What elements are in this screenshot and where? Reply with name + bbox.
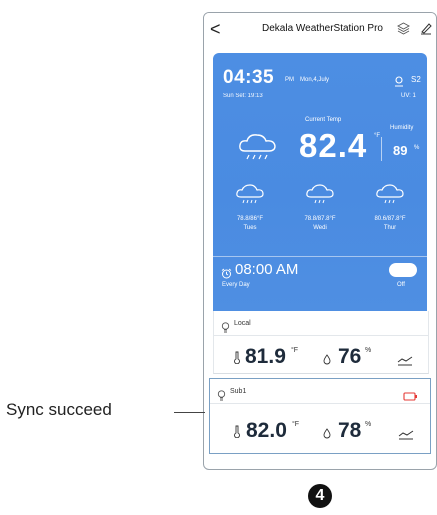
humidity-label: Humidity — [390, 125, 414, 131]
alarm-toggle[interactable] — [389, 263, 417, 277]
clock-date: Mon,4,July — [300, 77, 330, 83]
sensor-temp-unit: °F — [291, 347, 299, 354]
sunset-time: Sun Set: 19:13 — [223, 93, 263, 99]
page-title: Dekala WeatherStation Pro — [262, 23, 383, 34]
trend-chart-icon[interactable] — [398, 427, 414, 445]
weather-panel: 04:35 PM Mon,4,July Sun Set: 19:13 S2 UV… — [213, 53, 427, 311]
current-temp-value: 82.4 — [299, 127, 368, 164]
rain-cloud-icon — [237, 131, 279, 166]
sensor-humidity-unit: % — [365, 421, 372, 428]
sensor-name: Local — [234, 320, 251, 327]
divider — [213, 256, 427, 257]
location-pin-icon — [394, 74, 404, 92]
humidity-drop-icon — [323, 352, 331, 370]
forecast-day-name: Tues — [243, 225, 257, 231]
forecast-range: 78.8/87.8°F — [304, 216, 336, 222]
alarm-repeat: Every Day — [222, 282, 250, 288]
rain-cloud-icon — [355, 183, 425, 210]
forecast-day-name: Thur — [383, 225, 397, 231]
top-bar: < Dekala WeatherStation Pro — [204, 13, 436, 47]
rain-cloud-icon — [215, 183, 285, 210]
sensor-temp-unit: °F — [292, 421, 300, 428]
current-temp-unit: °F — [374, 133, 381, 139]
trend-chart-icon[interactable] — [397, 353, 413, 371]
divider — [381, 137, 382, 161]
forecast-range: 80.6/87.8°F — [374, 216, 406, 222]
step-number-badge: 4 — [308, 484, 332, 508]
alarm-time[interactable]: 08:00 AM — [235, 261, 298, 278]
forecast-range: 78.8/86°F — [236, 216, 264, 222]
callout-line — [174, 412, 205, 413]
sensor-name: Sub1 — [230, 388, 247, 395]
location-name: S2 — [411, 75, 421, 84]
thermometer-icon — [233, 351, 241, 369]
humidity-drop-icon — [323, 426, 331, 444]
forecast-day: 78.8/86°F Tues — [215, 183, 285, 231]
phone-screen: < Dekala WeatherStation Pro 04:35 PM Mon… — [203, 12, 437, 470]
sensor-humidity-unit: % — [365, 347, 372, 354]
humidity-value: 89 — [393, 143, 408, 158]
thermometer-icon — [233, 425, 241, 443]
alarm-toggle-state: Off — [397, 282, 405, 288]
sensor-temp: 82.0 — [246, 419, 287, 442]
forecast-day: 80.6/87.8°F Thur — [355, 183, 425, 231]
layers-icon[interactable] — [397, 22, 410, 40]
forecast-day-name: Wedi — [313, 225, 327, 231]
divider — [214, 335, 428, 336]
sensor-card-local[interactable]: Local 81.9 °F 76 % — [213, 311, 429, 374]
divider — [210, 403, 430, 404]
humidity-unit: % — [414, 145, 420, 151]
current-temp-label: Current Temp — [305, 117, 342, 123]
sensor-humidity: 76 — [338, 345, 362, 368]
sensor-humidity: 78 — [338, 419, 362, 442]
clock-ampm: PM — [285, 77, 294, 83]
sensor-temp: 81.9 — [245, 345, 286, 368]
clock-time: 04:35 — [223, 67, 275, 88]
back-button[interactable]: < — [210, 19, 221, 39]
rain-cloud-icon — [285, 183, 355, 210]
sync-annotation-label: Sync succeed — [6, 400, 112, 419]
sensor-card-sub1[interactable]: Sub1 82.0 °F 78 % — [209, 378, 431, 454]
edit-icon[interactable] — [420, 22, 432, 40]
forecast-day: 78.8/87.8°F Wedi — [285, 183, 355, 231]
uv-index: UV: 1 — [401, 93, 416, 99]
